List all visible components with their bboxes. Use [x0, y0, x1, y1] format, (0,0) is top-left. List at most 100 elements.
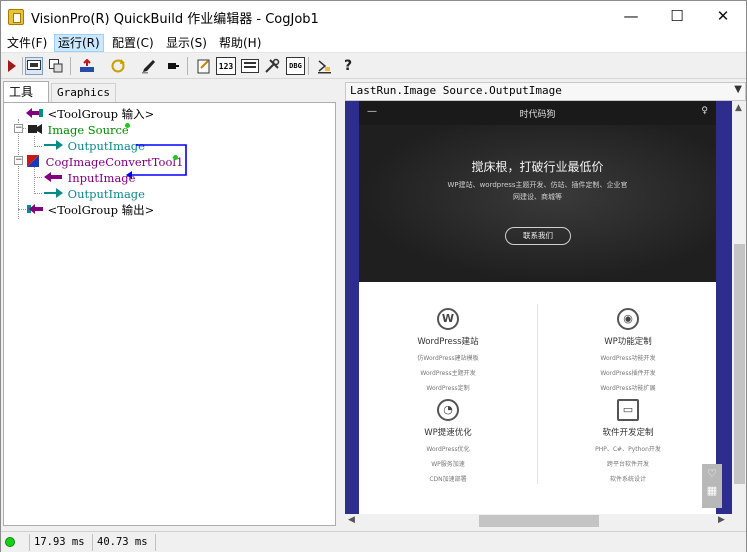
image-select-icon[interactable]	[47, 57, 65, 75]
tree-line	[34, 193, 42, 194]
help-icon[interactable]: ?	[339, 57, 357, 75]
service-line: 仿WordPress建站模板	[417, 355, 479, 362]
camera-icon	[28, 124, 42, 134]
toolbar-separator	[70, 57, 71, 75]
toolbar: 123 DBG ?	[1, 54, 746, 79]
menu-display[interactable]: 显示(S)	[163, 34, 210, 52]
input-arrow-icon	[26, 108, 43, 118]
web-nav-title: 时代码狗	[519, 110, 556, 120]
floating-contact-bar: ♡ ▦	[702, 464, 722, 508]
status-time-total: 40.73 ms	[92, 534, 152, 551]
minimize-button[interactable]: —	[608, 1, 654, 33]
horizontal-scrollbar[interactable]: ◀ ▶	[345, 514, 732, 528]
terminal-icon[interactable]	[315, 57, 333, 75]
image-view-icon[interactable]	[25, 57, 43, 75]
tree-line	[34, 177, 42, 178]
edit-icon[interactable]	[195, 57, 213, 75]
service-software: ▭ 软件开发定制 PHP、C#、Python开发 跨平台软件开发 软件系统设计	[553, 399, 703, 483]
service-title: 软件开发定制	[602, 428, 654, 438]
hero-subtitle-2: 网建设、商城等	[513, 193, 562, 201]
tree-line	[18, 119, 19, 219]
status-led-icon	[5, 537, 15, 547]
image-display[interactable]: — 时代码狗 ♀ 搅床根，打破行业最低价 WP建站、wordpress主题开发、…	[345, 101, 732, 514]
tree-line	[18, 209, 26, 210]
service-line: CDN加速部署	[429, 476, 467, 483]
monitor-icon: ▭	[617, 399, 639, 421]
scroll-up-icon[interactable]: ▲	[735, 103, 742, 113]
status-time-last: 17.93 ms	[29, 534, 89, 551]
tab-tools[interactable]: 工具	[3, 81, 49, 103]
hero-subtitle-1: WP建站、wordpress主题开发、仿站、插件定制、企业官	[447, 181, 628, 189]
tree-item-convert-output[interactable]: OutputImage	[42, 186, 145, 202]
scroll-thumb[interactable]	[479, 515, 599, 527]
menu-config[interactable]: 配置(C)	[109, 34, 157, 52]
tree-item-toolgroup-input[interactable]: <ToolGroup 输入>	[26, 106, 154, 122]
service-line: PHP、C#、Python开发	[595, 446, 661, 453]
scroll-right-icon[interactable]: ▶	[718, 515, 725, 525]
web-nav-bar: — 时代码狗 ♀	[359, 101, 716, 125]
service-line: WordPress插件开发	[600, 370, 656, 377]
status-dot	[173, 155, 178, 160]
chat-icon: ♡	[707, 467, 717, 480]
image-source-label: LastRun.Image Source.OutputImage	[350, 84, 562, 97]
tree-label: <ToolGroup 输入>	[47, 107, 155, 121]
tab-graphics[interactable]: Graphics	[51, 83, 116, 102]
pen-icon[interactable]	[140, 57, 158, 75]
service-line: WP服务加速	[431, 461, 465, 468]
palette-icon: ◉	[617, 308, 639, 330]
hero-title: 搅床根，打破行业最低价	[471, 160, 604, 174]
tools-icon[interactable]	[263, 57, 281, 75]
service-speed: ◔ WP提速优化 WordPress优化 WP服务加速 CDN加速部署	[373, 399, 523, 483]
collapse-icon[interactable]: −	[14, 156, 23, 165]
chevron-down-icon[interactable]: ▼	[734, 84, 742, 95]
menu-file[interactable]: 文件(F)	[4, 34, 50, 52]
tree-label: OutputImage	[67, 187, 145, 201]
close-button[interactable]: ✕	[700, 1, 746, 33]
image-display-icon[interactable]	[241, 57, 259, 75]
hero-button: 联系我们	[505, 227, 571, 245]
reset-icon[interactable]	[78, 57, 96, 75]
service-title: WP功能定制	[604, 337, 652, 347]
tree-label: InputImage	[67, 171, 136, 185]
service-line: WordPress功能扩展	[600, 385, 656, 392]
service-line: WordPress定制	[426, 385, 470, 392]
qr-code-icon: ▦	[706, 484, 718, 497]
displayed-webpage-image: — 时代码狗 ♀ 搅床根，打破行业最低价 WP建站、wordpress主题开发、…	[359, 101, 722, 514]
tree-item-convert-tool[interactable]: CogImageConvertTool1	[26, 154, 183, 170]
collapse-icon[interactable]: −	[14, 124, 23, 133]
web-hero: 搅床根，打破行业最低价 WP建站、wordpress主题开发、仿站、插件定制、企…	[359, 125, 716, 282]
tool-tree: <ToolGroup 输入> − Image Source OutputImag…	[3, 102, 336, 526]
scroll-left-icon[interactable]: ◀	[348, 515, 355, 525]
status-dot	[125, 123, 130, 128]
service-line: WordPress主题开发	[420, 370, 476, 377]
output-arrow-icon	[27, 204, 43, 214]
app-window: VisionPro(R) QuickBuild 作业编辑器 - CogJob1 …	[0, 0, 747, 552]
service-line: WordPress优化	[426, 446, 470, 453]
tree-item-toolgroup-output[interactable]: <ToolGroup 输出>	[26, 202, 154, 218]
tree-label: <ToolGroup 输出>	[47, 203, 155, 217]
clock-icon: ◔	[437, 399, 459, 421]
service-wordpress: W WordPress建站 仿WordPress建站模板 WordPress主题…	[373, 308, 523, 392]
loop-icon[interactable]	[109, 57, 127, 75]
convert-tool-icon	[27, 155, 39, 167]
maximize-button[interactable]: ☐	[654, 1, 700, 33]
tree-label: Image Source	[47, 123, 129, 137]
menu-bar: 文件(F) 运行(R) 配置(C) 显示(S) 帮助(H)	[1, 33, 746, 53]
toolbar-separator	[187, 57, 188, 75]
run-icon[interactable]	[3, 57, 21, 75]
counter-icon[interactable]: 123	[216, 57, 236, 75]
vertical-scrollbar[interactable]: ▲	[732, 101, 746, 514]
app-icon	[8, 9, 24, 25]
debug-icon[interactable]: DBG	[286, 57, 305, 75]
tree-item-image-source[interactable]: Image Source	[26, 122, 129, 138]
menu-help[interactable]: 帮助(H)	[216, 34, 264, 52]
left-panel-tabs: 工具 Graphics	[1, 81, 338, 103]
service-title: WordPress建站	[417, 337, 479, 347]
input-arrow-icon	[44, 172, 62, 182]
menu-run[interactable]: 运行(R)	[54, 34, 104, 52]
record-icon[interactable]	[164, 57, 182, 75]
tree-item-convert-input[interactable]: InputImage	[42, 170, 135, 186]
image-source-selector[interactable]: LastRun.Image Source.OutputImage ▼	[345, 82, 746, 101]
tree-line	[34, 167, 35, 194]
scroll-thumb[interactable]	[734, 244, 745, 484]
